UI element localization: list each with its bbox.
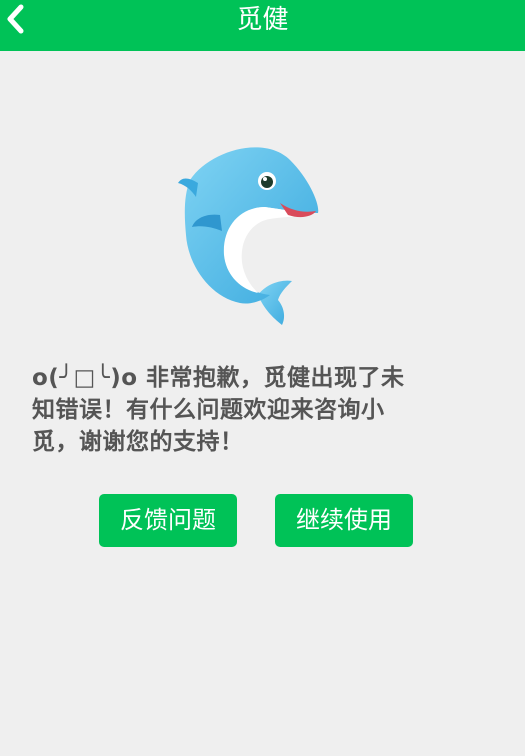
continue-button[interactable]: 继续使用: [275, 494, 413, 547]
error-message-line: o(╯□╰)o 非常抱歉，觅健出现了未: [32, 365, 405, 391]
error-message-line: 觅，谢谢您的支持！: [32, 429, 244, 455]
dolphin-mascot-image: [170, 135, 340, 330]
top-app-bar: 觅健: [0, 0, 525, 51]
error-message: o(╯□╰)o 非常抱歉，觅健出现了未 知错误！有什么问题欢迎来咨询小 觅，谢谢…: [32, 362, 482, 458]
error-message-line: 知错误！有什么问题欢迎来咨询小: [32, 397, 385, 423]
feedback-button[interactable]: 反馈问题: [99, 494, 237, 547]
page-title: 觅健: [236, 5, 289, 35]
